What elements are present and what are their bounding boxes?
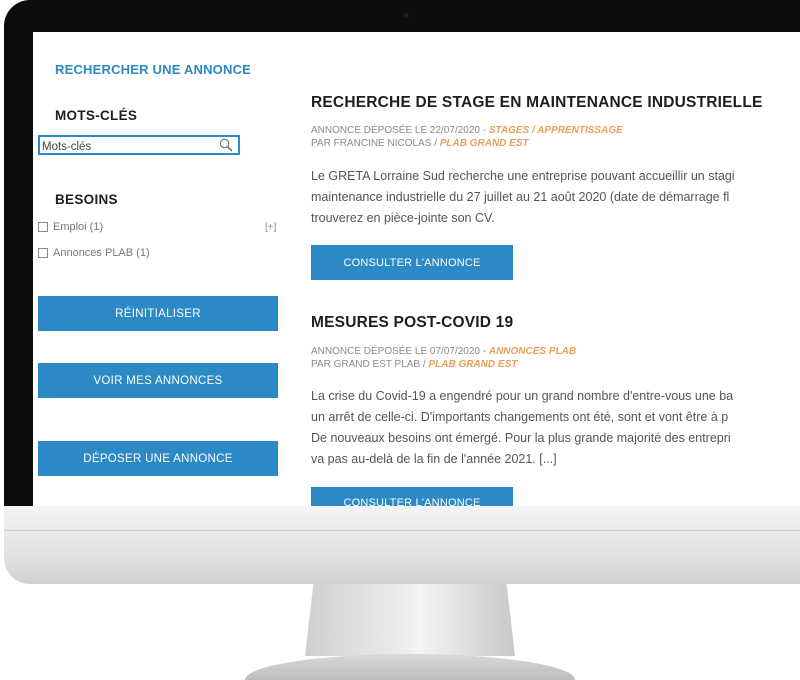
need-label-emploi: Emploi (1) bbox=[53, 221, 104, 233]
keywords-field-wrapper bbox=[38, 135, 240, 155]
excerpt-line: un arrêt de celle-ci. D'importants chang… bbox=[311, 410, 729, 424]
need-filter-emploi[interactable]: Emploi (1) bbox=[38, 221, 103, 233]
checkbox-emploi[interactable] bbox=[38, 222, 48, 232]
search-heading: RECHERCHER UNE ANNONCE bbox=[55, 62, 252, 77]
posted-date: ANNONCE DÉPOSÉE LE 07/07/2020 - bbox=[311, 346, 489, 357]
author: PAR GRAND EST PLAB / bbox=[311, 359, 429, 370]
monitor-stand bbox=[305, 584, 515, 656]
listing-excerpt: Le GRETA Lorraine Sud recherche une entr… bbox=[311, 166, 800, 229]
screen: RECHERCHER UNE ANNONCE MOTS-CLÉS BESOINS… bbox=[33, 32, 800, 506]
listing-meta: ANNONCE DÉPOSÉE LE 07/07/2020 - ANNONCES… bbox=[311, 345, 576, 371]
category-link[interactable]: ANNONCES PLAB bbox=[489, 346, 576, 357]
needs-heading: BESOINS bbox=[55, 192, 118, 207]
view-listing-button[interactable]: CONSULTER L'ANNONCE bbox=[311, 245, 513, 280]
post-ad-button[interactable]: DÉPOSER UNE ANNONCE bbox=[38, 441, 278, 476]
listing-title[interactable]: MESURES POST-COVID 19 bbox=[311, 314, 513, 332]
need-filter-annonces-plab[interactable]: Annonces PLAB (1) bbox=[38, 247, 150, 259]
my-ads-button[interactable]: VOIR MES ANNONCES bbox=[38, 363, 278, 398]
listing-excerpt: La crise du Covid-19 a engendré pour un … bbox=[311, 386, 800, 470]
listing-title[interactable]: RECHERCHE DE STAGE EN MAINTENANCE INDUST… bbox=[311, 94, 763, 112]
reset-button[interactable]: RÉINITIALISER bbox=[38, 296, 278, 331]
keywords-heading: MOTS-CLÉS bbox=[55, 108, 138, 123]
category-link[interactable]: STAGES / APPRENTISSAGE bbox=[489, 125, 623, 136]
posted-date: ANNONCE DÉPOSÉE LE 22/07/2020 - bbox=[311, 125, 489, 136]
expand-toggle[interactable]: [+] bbox=[265, 222, 276, 233]
monitor-base bbox=[245, 654, 575, 680]
checkbox-annonces-plab[interactable] bbox=[38, 248, 48, 258]
listing-meta: ANNONCE DÉPOSÉE LE 22/07/2020 - STAGES /… bbox=[311, 124, 623, 150]
organization-link[interactable]: PLAB GRAND EST bbox=[440, 138, 529, 149]
organization-link[interactable]: PLAB GRAND EST bbox=[428, 359, 517, 370]
keywords-input[interactable] bbox=[40, 139, 212, 155]
need-label-annonces-plab: Annonces PLAB (1) bbox=[53, 247, 150, 259]
view-listing-button[interactable]: CONSULTER L'ANNONCE bbox=[311, 487, 513, 506]
search-icon[interactable] bbox=[219, 138, 233, 152]
excerpt-line: va pas au-delà de la fin de l'année 2021… bbox=[311, 452, 557, 466]
excerpt-line: maintenance industrielle du 27 juillet a… bbox=[311, 190, 730, 204]
camera-dot bbox=[404, 13, 409, 18]
excerpt-line: De nouveaux besoins ont émergé. Pour la … bbox=[311, 431, 731, 445]
excerpt-line: Le GRETA Lorraine Sud recherche une entr… bbox=[311, 169, 735, 183]
monitor-chin bbox=[4, 506, 800, 584]
excerpt-line: La crise du Covid-19 a engendré pour un … bbox=[311, 389, 734, 403]
author: PAR FRANCINE NICOLAS / bbox=[311, 138, 440, 149]
excerpt-line: trouverez en pièce-jointe son CV. bbox=[311, 211, 495, 225]
monitor-divider bbox=[4, 530, 800, 531]
